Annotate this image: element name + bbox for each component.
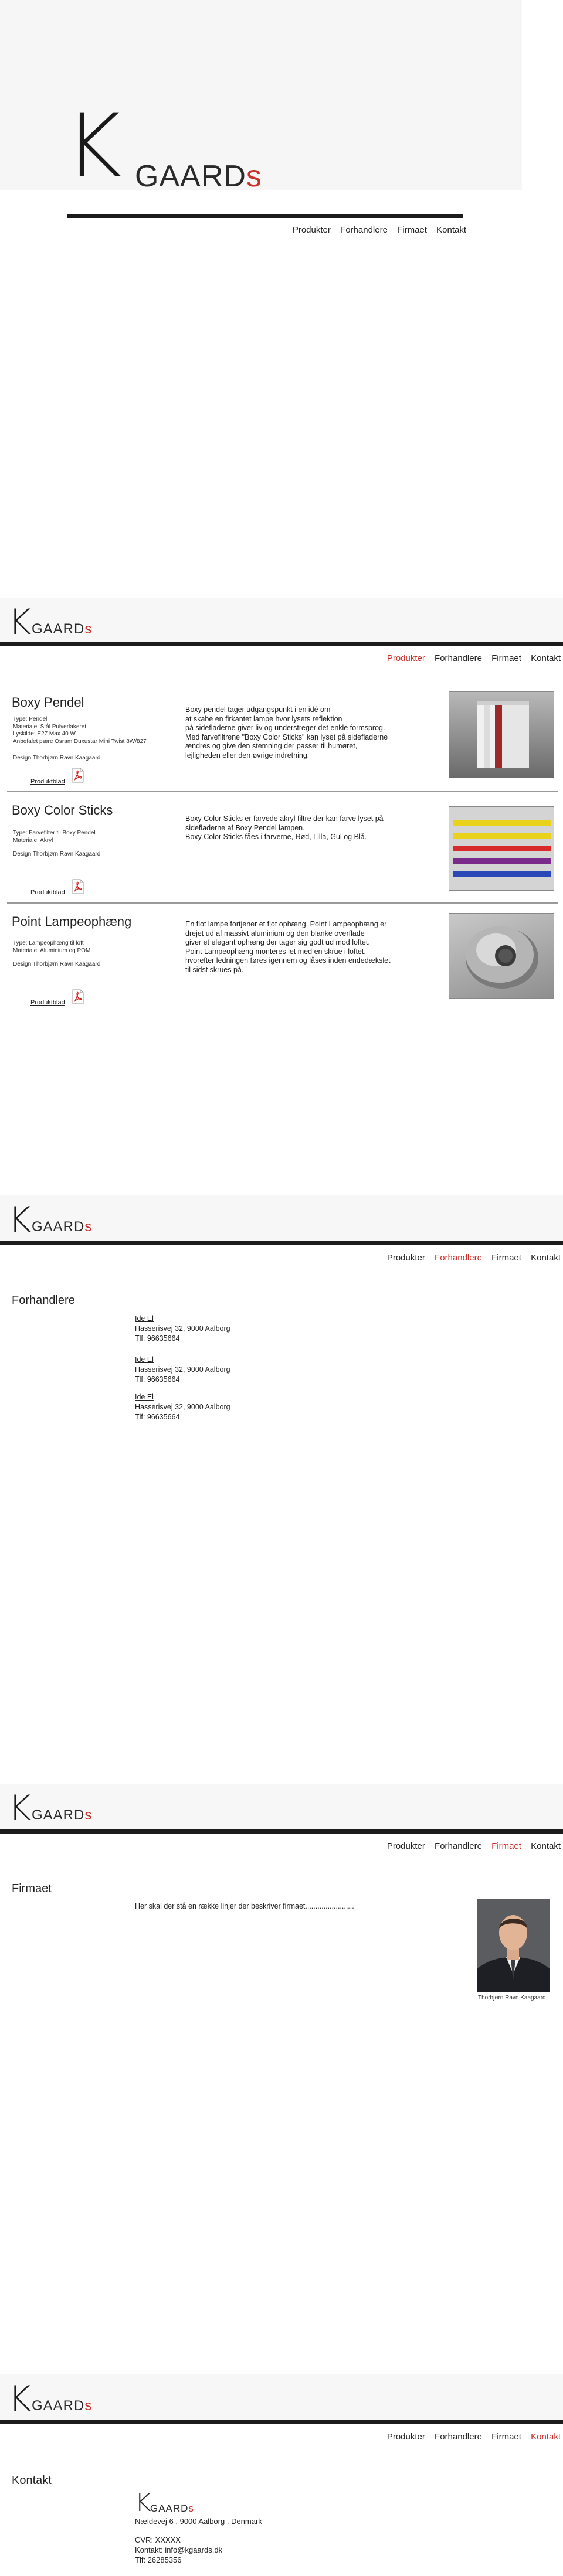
logo-k: K <box>8 1200 32 1241</box>
company-nav: Produkter Forhandlere Firmaet Kontakt <box>0 1841 561 1851</box>
products-nav: Produkter Forhandlere Firmaet Kontakt <box>0 653 561 663</box>
nav-forhandlere[interactable]: Forhandlere <box>435 2432 482 2442</box>
nav-kontakt[interactable]: Kontakt <box>531 653 561 663</box>
product-sheet-link[interactable]: Produktblad <box>30 999 65 1006</box>
nav-firmaet[interactable]: Firmaet <box>491 1253 521 1263</box>
color-stick <box>453 871 551 877</box>
color-stick <box>453 833 551 839</box>
dealer-phone: Tlf: 96635664 <box>135 1334 180 1342</box>
dealer-name-link[interactable]: Ide El <box>135 1355 230 1365</box>
dealer-entry: Ide El Hasserisvej 32, 9000 Aalborg Tlf:… <box>135 1314 230 1344</box>
hero-nav: Produkter Forhandlere Firmaet Kontakt <box>0 225 466 235</box>
logo-wordmark: GAARDs <box>150 2503 194 2514</box>
dealer-name-link[interactable]: Ide El <box>135 1392 230 1402</box>
pdf-icon[interactable] <box>72 989 84 1004</box>
product-specs: Type: Lampeophæng til loft Materiale: Al… <box>13 940 91 954</box>
nav-firmaet[interactable]: Firmaet <box>397 225 427 235</box>
color-stick <box>453 858 551 864</box>
contact-phone: Tlf: 26285356 <box>135 2555 182 2564</box>
logo-k: K <box>65 96 123 197</box>
company-divider-bar <box>0 1829 563 1834</box>
logo-wordmark: GAARDs <box>32 2398 93 2414</box>
product-divider <box>7 902 558 904</box>
product-divider <box>7 791 558 792</box>
color-sticks-image <box>449 806 554 891</box>
color-stick <box>453 846 551 851</box>
nav-kontakt[interactable]: Kontakt <box>531 2432 561 2442</box>
logo-k: K <box>8 2379 32 2420</box>
point-lampeophaeng-image <box>449 913 554 999</box>
section-title: Firmaet <box>12 1882 52 1895</box>
nav-kontakt[interactable]: Kontakt <box>531 1253 561 1263</box>
logo-wordmark: GAARDs <box>32 1219 93 1235</box>
dealer-address: Hasserisvej 32, 9000 Aalborg <box>135 1403 230 1411</box>
contact-cvr: CVR: XXXXX <box>135 2536 181 2544</box>
product-designer: Design Thorbjørn Ravn Kaagaard <box>13 755 101 761</box>
nav-firmaet[interactable]: Firmaet <box>491 653 521 663</box>
color-stick <box>453 820 551 826</box>
portrait-photo <box>477 1899 550 1992</box>
person-portrait <box>477 1899 550 1992</box>
products-divider-bar <box>0 642 563 646</box>
dealer-entry: Ide El Hasserisvej 32, 9000 Aalborg Tlf:… <box>135 1392 230 1422</box>
product-designer: Design Thorbjørn Ravn Kaagaard <box>13 851 101 857</box>
nav-firmaet[interactable]: Firmaet <box>491 2432 521 2442</box>
dealer-phone: Tlf: 96635664 <box>135 1413 180 1421</box>
product-description: En flot lampe fortjener et flot ophæng. … <box>185 920 391 974</box>
boxy-pendel-image <box>449 691 554 778</box>
dealer-address: Hasserisvej 32, 9000 Aalborg <box>135 1324 230 1333</box>
color-sticks-photo <box>453 820 551 877</box>
logo-wordmark: GAARDs <box>32 621 93 637</box>
section-title: Kontakt <box>12 2474 52 2487</box>
nav-kontakt[interactable]: Kontakt <box>436 225 466 235</box>
point-photo <box>466 926 538 989</box>
dealers-divider-bar <box>0 1241 563 1245</box>
product-description: Boxy pendel tager udgangspunkt i en idé … <box>185 706 388 759</box>
logo-k: K <box>135 2488 151 2517</box>
dealer-address: Hasserisvej 32, 9000 Aalborg <box>135 1365 230 1374</box>
pdf-icon[interactable] <box>72 879 84 894</box>
logo-k: K <box>8 602 32 643</box>
product-specs: Type: Pendel Materiale: Stål Pulverlaker… <box>13 716 147 745</box>
company-description: Her skal der stå en række linjer der bes… <box>135 1902 354 1910</box>
contact-details: CVR: XXXXX Kontakt: info@kgaards.dk Tlf:… <box>135 2535 222 2565</box>
dealers-nav: Produkter Forhandlere Firmaet Kontakt <box>0 1253 561 1263</box>
contact-address: Nældevej 6 . 9000 Aalborg . Denmark <box>135 2517 262 2526</box>
nav-produkter[interactable]: Produkter <box>387 653 425 663</box>
hero-divider-bar <box>67 214 463 218</box>
product-name: Boxy Pendel <box>12 695 84 710</box>
product-specs: Type: Farvefilter til Boxy Pendel Materi… <box>13 830 96 844</box>
logo-k: K <box>8 1788 32 1829</box>
nav-forhandlere[interactable]: Forhandlere <box>435 653 482 663</box>
nav-produkter[interactable]: Produkter <box>387 1841 425 1851</box>
product-name: Boxy Color Sticks <box>12 803 113 817</box>
logo-wordmark: GAARDs <box>32 1807 93 1823</box>
dealer-name-link[interactable]: Ide El <box>135 1314 230 1324</box>
product-name: Point Lampeophæng <box>12 914 132 929</box>
nav-forhandlere[interactable]: Forhandlere <box>435 1253 482 1263</box>
logo-wordmark: GAARDs <box>135 159 262 193</box>
contact-divider-bar <box>0 2420 563 2424</box>
nav-produkter[interactable]: Produkter <box>293 225 331 235</box>
nav-forhandlere[interactable]: Forhandlere <box>435 1841 482 1851</box>
nav-kontakt[interactable]: Kontakt <box>531 1841 561 1851</box>
product-sheet-link[interactable]: Produktblad <box>30 889 65 896</box>
nav-firmaet[interactable]: Firmaet <box>491 1841 521 1851</box>
contact-nav: Produkter Forhandlere Firmaet Kontakt <box>0 2432 561 2442</box>
portrait-caption: Thorbjørn Ravn Kaagaard <box>478 1995 546 2001</box>
product-designer: Design Thorbjørn Ravn Kaagaard <box>13 961 101 967</box>
dealer-phone: Tlf: 96635664 <box>135 1375 180 1384</box>
product-description: Boxy Color Sticks er farvede akryl filtr… <box>185 815 384 841</box>
section-title: Forhandlere <box>12 1294 75 1307</box>
pdf-icon[interactable] <box>72 768 84 783</box>
contact-email[interactable]: Kontakt: info@kgaards.dk <box>135 2545 222 2555</box>
product-sheet-link[interactable]: Produktblad <box>30 778 65 785</box>
boxy-pendel-photo <box>477 701 529 768</box>
nav-produkter[interactable]: Produkter <box>387 1253 425 1263</box>
nav-produkter[interactable]: Produkter <box>387 2432 425 2442</box>
nav-forhandlere[interactable]: Forhandlere <box>340 225 388 235</box>
dealer-entry: Ide El Hasserisvej 32, 9000 Aalborg Tlf:… <box>135 1355 230 1385</box>
